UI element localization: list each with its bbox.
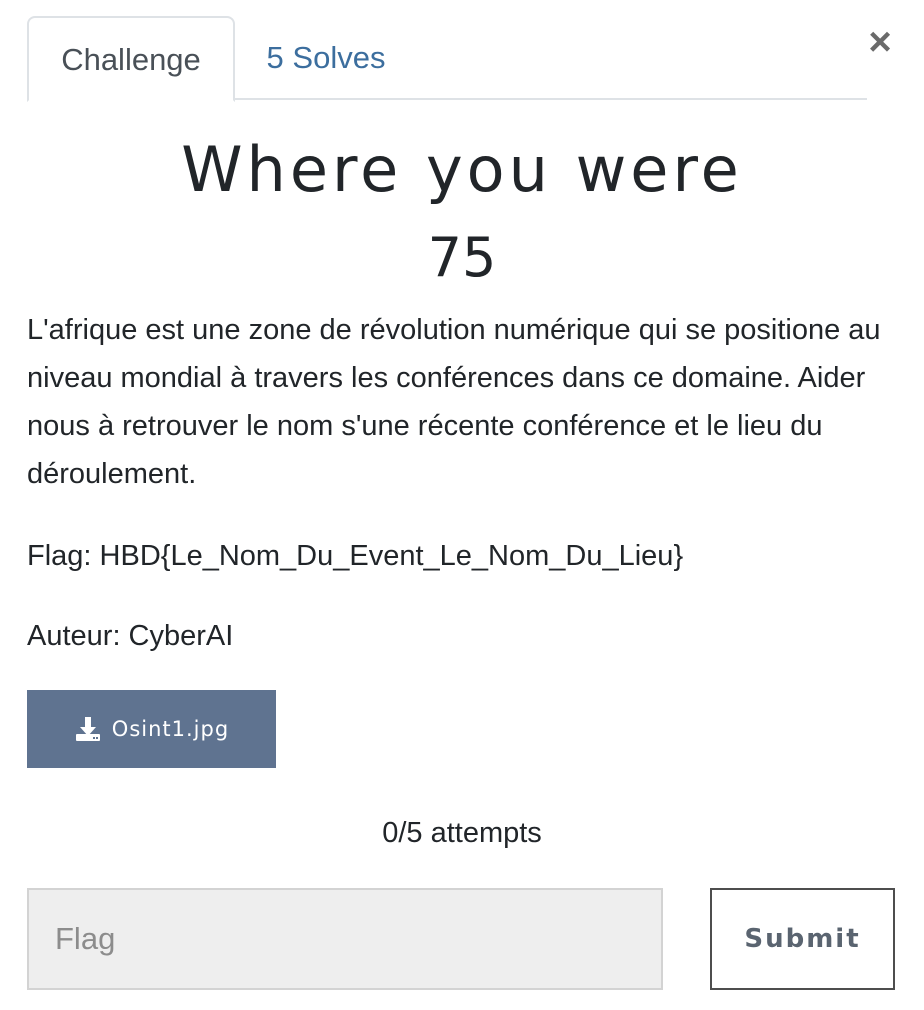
- challenge-description: L'afrique est une zone de révolution num…: [27, 314, 881, 490]
- tab-solves[interactable]: 5 Solves: [251, 16, 401, 100]
- tab-bar: Challenge 5 Solves: [27, 16, 867, 102]
- challenge-title: Where you were: [181, 133, 743, 206]
- file-download-button[interactable]: Osint1.jpg: [27, 690, 276, 768]
- author-text: Auteur: CyberAI: [27, 620, 234, 652]
- attempts-counter: 0/5 attempts: [382, 817, 542, 849]
- close-icon[interactable]: ×: [862, 22, 898, 62]
- submit-button[interactable]: Submit: [710, 888, 895, 990]
- download-icon: [74, 715, 102, 743]
- flag-format-text: Flag: HBD{Le_Nom_Du_Event_Le_Nom_Du_Lieu…: [27, 540, 684, 572]
- file-name-label: Osint1.jpg: [111, 717, 230, 741]
- flag-input[interactable]: [27, 888, 663, 990]
- challenge-points: 75: [427, 226, 497, 289]
- tab-challenge[interactable]: Challenge: [27, 16, 235, 102]
